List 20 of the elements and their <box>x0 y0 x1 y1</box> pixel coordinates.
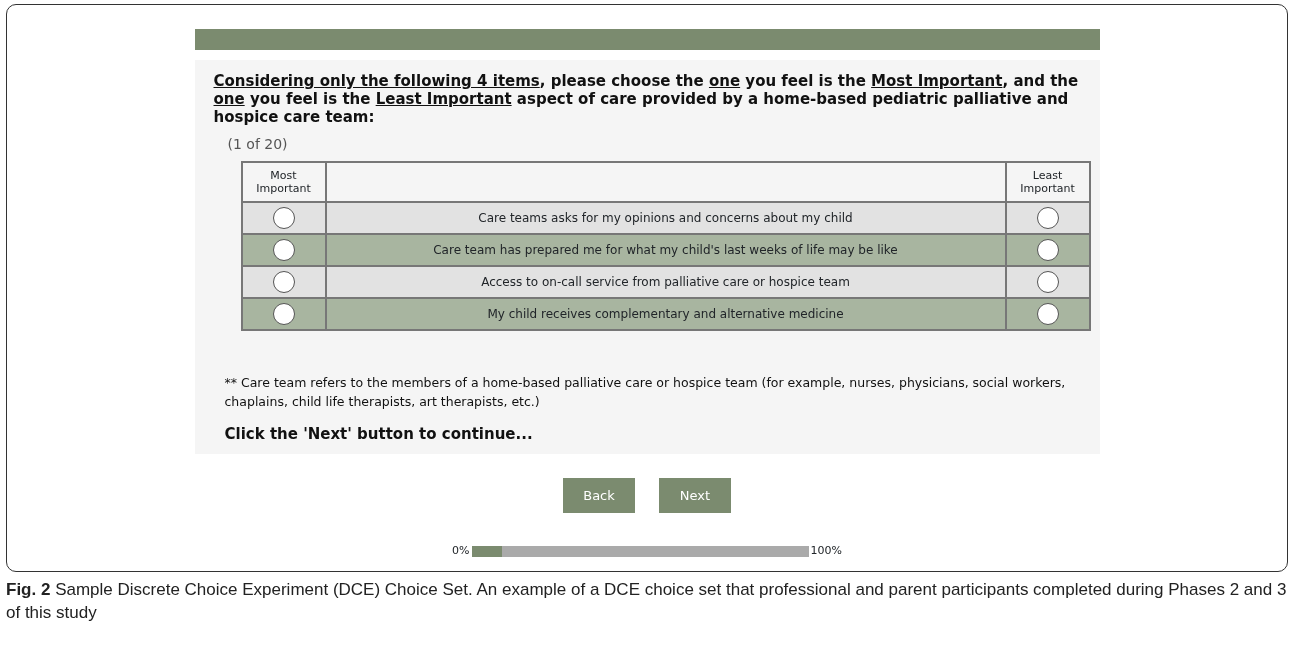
progress-label: 100% <box>810 543 842 559</box>
progress-label: 0% <box>452 543 470 559</box>
figure-caption: Fig. 2 Sample Discrete Choice Experiment (DCE) Choice Set. An example of a DCE choice set that professional and parent participants completed during Phases 2 and 3 of this study <box>6 579 1288 624</box>
footnote-text: ** Care team refers to the members of a home-based palliative care or hospice team (for example, nurses, physicians, social workers, chaplains, child life therapists, art therapists, etc.) <box>224 374 1067 411</box>
back-button[interactable]: Back <box>563 477 635 513</box>
radio-button[interactable] <box>272 239 295 261</box>
instruction-text: Click the 'Next' button to continue... <box>224 424 534 445</box>
radio-button[interactable] <box>272 207 295 229</box>
column-header: Most Important <box>241 162 326 202</box>
radio-button[interactable] <box>1036 271 1059 293</box>
radio-button[interactable] <box>1036 239 1059 261</box>
column-header: Least Important <box>1005 162 1090 202</box>
radio-button[interactable] <box>1036 207 1059 229</box>
question-text: Considering only the following 4 items, please choose the one you feel is the Most Important, and the one you feel is the Least Important aspect of care provided by a home-based pediatric palliative and hospice care team: <box>213 72 1080 126</box>
table-cell: My child receives complementary and alternative medicine <box>325 298 1006 330</box>
next-button[interactable]: Next <box>659 477 731 513</box>
question-counter: (1 of 20) <box>227 135 289 154</box>
radio-button[interactable] <box>272 303 295 325</box>
radio-button[interactable] <box>1036 303 1059 325</box>
radio-button[interactable] <box>272 271 295 293</box>
